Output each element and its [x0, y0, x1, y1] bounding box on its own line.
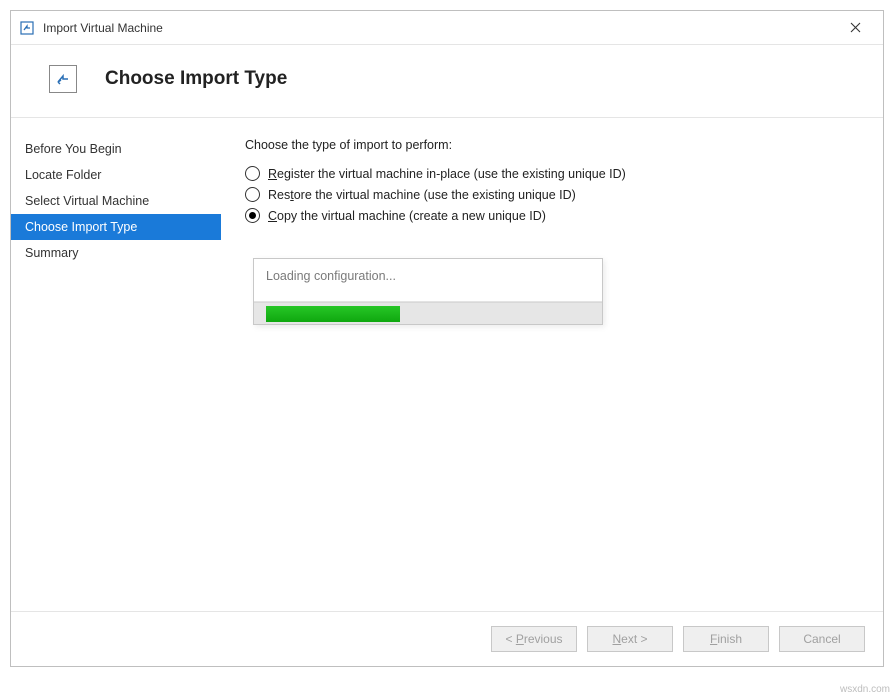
option-copy[interactable]: Copy the virtual machine (create a new u… [245, 208, 863, 223]
cancel-label: Cancel [803, 632, 840, 646]
footer: < Previous Next > Finish Cancel [11, 611, 883, 666]
cancel-button[interactable]: Cancel [779, 626, 865, 652]
radio-icon [245, 208, 260, 223]
radio-icon [245, 187, 260, 202]
sidebar: Before You Begin Locate Folder Select Vi… [11, 118, 221, 611]
progress-text: Loading configuration... [254, 259, 602, 302]
header: Choose Import Type [11, 45, 883, 117]
finish-button[interactable]: Finish [683, 626, 769, 652]
window-title: Import Virtual Machine [43, 21, 835, 35]
radio-icon [245, 166, 260, 181]
app-icon [19, 20, 35, 36]
progress-dialog: Loading configuration... [253, 258, 603, 325]
option-register[interactable]: Register the virtual machine in-place (u… [245, 166, 863, 181]
option-register-label: Register the virtual machine in-place (u… [268, 167, 626, 181]
progress-bar [266, 306, 400, 322]
sidebar-item-choose-import-type[interactable]: Choose Import Type [11, 214, 221, 240]
instruction-text: Choose the type of import to perform: [245, 138, 863, 152]
progress-track [254, 302, 602, 324]
sidebar-item-summary[interactable]: Summary [11, 240, 221, 266]
wizard-window: Import Virtual Machine Choose Import Typ… [10, 10, 884, 667]
content-pane: Choose the type of import to perform: Re… [221, 118, 883, 611]
finish-label: Finish [710, 632, 742, 646]
close-button[interactable] [835, 14, 875, 42]
sidebar-item-select-vm[interactable]: Select Virtual Machine [11, 188, 221, 214]
option-copy-label: Copy the virtual machine (create a new u… [268, 209, 546, 223]
page-title: Choose Import Type [105, 68, 287, 90]
body: Before You Begin Locate Folder Select Vi… [11, 117, 883, 611]
option-restore-label: Restore the virtual machine (use the exi… [268, 188, 576, 202]
watermark: wsxdn.com [840, 684, 890, 695]
titlebar: Import Virtual Machine [11, 11, 883, 45]
sidebar-item-locate-folder[interactable]: Locate Folder [11, 162, 221, 188]
previous-button[interactable]: < Previous [491, 626, 577, 652]
option-restore[interactable]: Restore the virtual machine (use the exi… [245, 187, 863, 202]
next-button[interactable]: Next > [587, 626, 673, 652]
import-icon [49, 65, 77, 93]
next-label: Next > [612, 632, 647, 646]
previous-label: < Previous [505, 632, 562, 646]
sidebar-item-before-you-begin[interactable]: Before You Begin [11, 136, 221, 162]
